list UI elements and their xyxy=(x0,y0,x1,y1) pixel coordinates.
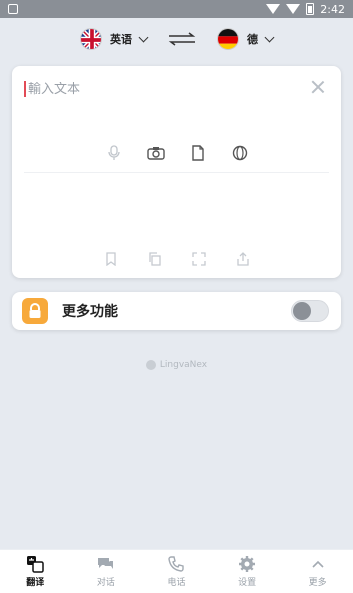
gear-icon xyxy=(238,555,256,573)
source-language-label: 英语 xyxy=(110,33,132,46)
signal-icon xyxy=(286,4,301,14)
status-bar: 2:42 xyxy=(0,0,353,18)
input-row xyxy=(24,78,329,100)
chevron-down-icon xyxy=(138,32,149,42)
input-tools xyxy=(12,144,341,164)
toggle-knob xyxy=(293,302,311,320)
more-features-card[interactable]: 更多功能 xyxy=(12,292,341,330)
app-screen: 2:42 英语 德 輸入文本 更多功能 LingvaNex 翻译 对话 电话 设… xyxy=(0,0,353,593)
nav-item-settings[interactable]: 设置 xyxy=(212,555,283,588)
microphone-icon[interactable] xyxy=(105,144,123,162)
nav-item-phone[interactable]: 电话 xyxy=(141,555,212,588)
uk-flag-icon xyxy=(80,28,102,50)
battery-icon xyxy=(306,3,315,15)
nav-item-chat[interactable]: 对话 xyxy=(71,555,142,588)
nav-label-more: 更多 xyxy=(308,578,327,588)
chevron-up-icon xyxy=(309,555,327,573)
more-features-label: 更多功能 xyxy=(62,304,118,320)
status-right: 2:42 xyxy=(266,3,345,16)
language-bar: 英语 德 xyxy=(0,22,353,56)
share-icon[interactable] xyxy=(234,250,252,268)
swap-icon xyxy=(168,32,196,46)
nav-label-settings: 设置 xyxy=(238,578,257,588)
wifi-icon xyxy=(266,4,281,14)
bookmark-icon[interactable] xyxy=(102,250,120,268)
nav-label-chat: 对话 xyxy=(96,578,115,588)
nav-label-translate: 翻译 xyxy=(26,578,45,588)
lingvanex-logo-icon xyxy=(145,360,156,370)
chevron-down-icon xyxy=(264,32,275,42)
swap-languages-button[interactable] xyxy=(163,29,201,49)
germany-flag-icon xyxy=(217,28,239,50)
source-language-selector[interactable]: 英语 xyxy=(80,28,149,50)
lock-icon xyxy=(22,298,48,324)
document-icon[interactable] xyxy=(189,144,207,162)
fullscreen-icon[interactable] xyxy=(190,250,208,268)
more-features-toggle[interactable] xyxy=(291,300,329,322)
globe-icon[interactable] xyxy=(231,144,249,162)
camera-icon[interactable] xyxy=(146,144,165,162)
translation-card xyxy=(12,66,341,278)
brand-watermark: LingvaNex xyxy=(0,360,353,370)
nav-item-translate[interactable]: 翻译 xyxy=(0,555,71,588)
phone-icon xyxy=(167,555,185,573)
notification-icon xyxy=(8,4,18,14)
copy-icon[interactable] xyxy=(146,250,164,268)
close-icon[interactable] xyxy=(311,80,325,94)
nav-item-more[interactable]: 更多 xyxy=(282,555,353,588)
translate-icon xyxy=(26,555,45,573)
card-divider xyxy=(24,172,329,173)
bottom-navigation: 翻译 对话 电话 设置 更多 xyxy=(0,549,353,593)
status-left xyxy=(8,4,18,14)
status-time: 2:42 xyxy=(320,2,345,16)
chat-icon xyxy=(97,555,115,573)
target-language-selector[interactable]: 德 xyxy=(217,28,275,50)
text-cursor xyxy=(24,81,26,97)
target-language-label: 德 xyxy=(247,33,258,46)
nav-label-phone: 电话 xyxy=(167,578,186,588)
translation-input[interactable] xyxy=(28,81,329,97)
output-tools xyxy=(12,250,341,268)
brand-name: LingvaNex xyxy=(159,360,208,370)
